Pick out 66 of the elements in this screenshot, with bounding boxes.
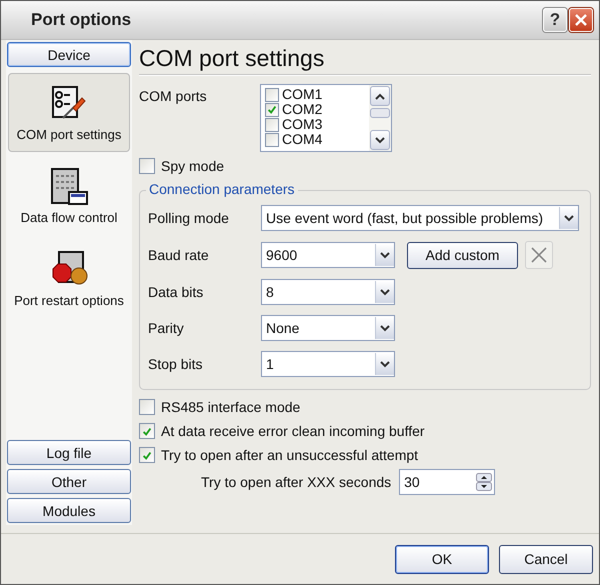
sidebar-item-label: Port restart options — [14, 292, 124, 309]
check-icon — [266, 104, 278, 115]
sidebar-button[interactable]: Modules — [7, 498, 131, 523]
field-label: Data bits — [148, 284, 204, 300]
field-label: Stop bits — [148, 356, 204, 372]
checkbox-label: RS485 interface mode — [161, 399, 300, 415]
device-button[interactable]: Device — [7, 42, 131, 67]
sidebar-item[interactable]: COM port settings — [8, 73, 130, 152]
checkbox-label: Try to open after an unsuccessful attempt — [161, 447, 418, 463]
sidebar-item[interactable]: Port restart options — [8, 239, 130, 318]
remove-button[interactable] — [525, 241, 553, 269]
field-label: COM ports — [139, 87, 208, 106]
field-label: Try to open after XXX seconds — [201, 474, 392, 490]
list-item[interactable]: COM4 — [282, 132, 322, 147]
checkbox[interactable] — [265, 132, 279, 146]
field-value: Use event word (fast, but possible problems) — [266, 210, 544, 226]
spin-arrows-icon[interactable] — [476, 473, 492, 491]
binary-document-icon — [49, 167, 89, 205]
sidebar-item-label: Data flow control — [20, 209, 118, 226]
field-value: 9600 — [266, 247, 298, 263]
sidebar-button[interactable]: Log file — [7, 440, 131, 465]
sidebar-item-label: COM port settings — [16, 126, 122, 143]
checkbox[interactable] — [265, 118, 279, 132]
field-value: 30 — [404, 474, 420, 490]
check-icon — [141, 426, 153, 436]
list-item[interactable]: COM3 — [282, 117, 322, 132]
check-icon — [141, 450, 153, 460]
sidebar-item[interactable]: Data flow control — [8, 156, 130, 235]
scrollbar[interactable] — [369, 85, 391, 151]
list-item[interactable]: COM2 — [282, 102, 322, 117]
dropdown[interactable]: 9600 — [261, 242, 395, 268]
dropdown[interactable]: None — [261, 315, 395, 341]
port-list[interactable]: COM1 COM2 COM3 COM4 — [260, 84, 392, 152]
close-button[interactable] — [569, 8, 593, 32]
dropdown[interactable]: 1 — [261, 351, 395, 377]
field-label: Polling mode — [148, 210, 230, 226]
close-icon — [575, 14, 587, 26]
cross-icon — [530, 246, 548, 264]
ok-button[interactable]: OK — [395, 544, 489, 574]
add-custom-button[interactable]: Add custom — [407, 242, 518, 268]
help-button[interactable]: ? — [543, 8, 567, 32]
field-value: 1 — [266, 356, 274, 372]
dropdown[interactable]: Use event word (fast, but possible problems) — [261, 205, 579, 231]
number-field[interactable]: 30 — [399, 469, 496, 495]
checkbox-label: At data receive error clean incoming buffer — [161, 423, 425, 439]
group-title: Connection parameters — [146, 181, 298, 197]
list-item[interactable]: COM1 — [282, 87, 322, 102]
sidebar-button[interactable]: Other — [7, 469, 131, 494]
window-title: Port options — [31, 10, 132, 30]
field-value: None — [266, 320, 300, 336]
checkbox[interactable] — [139, 399, 155, 415]
checkbox[interactable] — [139, 447, 155, 463]
scroll-up-icon[interactable] — [370, 86, 390, 106]
scroll-down-icon[interactable] — [370, 130, 390, 150]
field-value: 8 — [266, 284, 274, 300]
checkbox[interactable] — [265, 102, 279, 116]
dropdown[interactable]: 8 — [261, 279, 395, 305]
field-label: Parity — [148, 320, 185, 336]
cancel-button[interactable]: Cancel — [499, 544, 593, 574]
checkbox[interactable] — [139, 423, 155, 439]
field-label: Baud rate — [148, 247, 210, 263]
scroll-thumb[interactable] — [370, 108, 390, 118]
checkbox[interactable] — [265, 88, 279, 102]
checkbox-label: Spy mode — [161, 158, 224, 174]
checkbox[interactable] — [139, 158, 155, 174]
page-heading: COM port settings — [139, 44, 326, 73]
